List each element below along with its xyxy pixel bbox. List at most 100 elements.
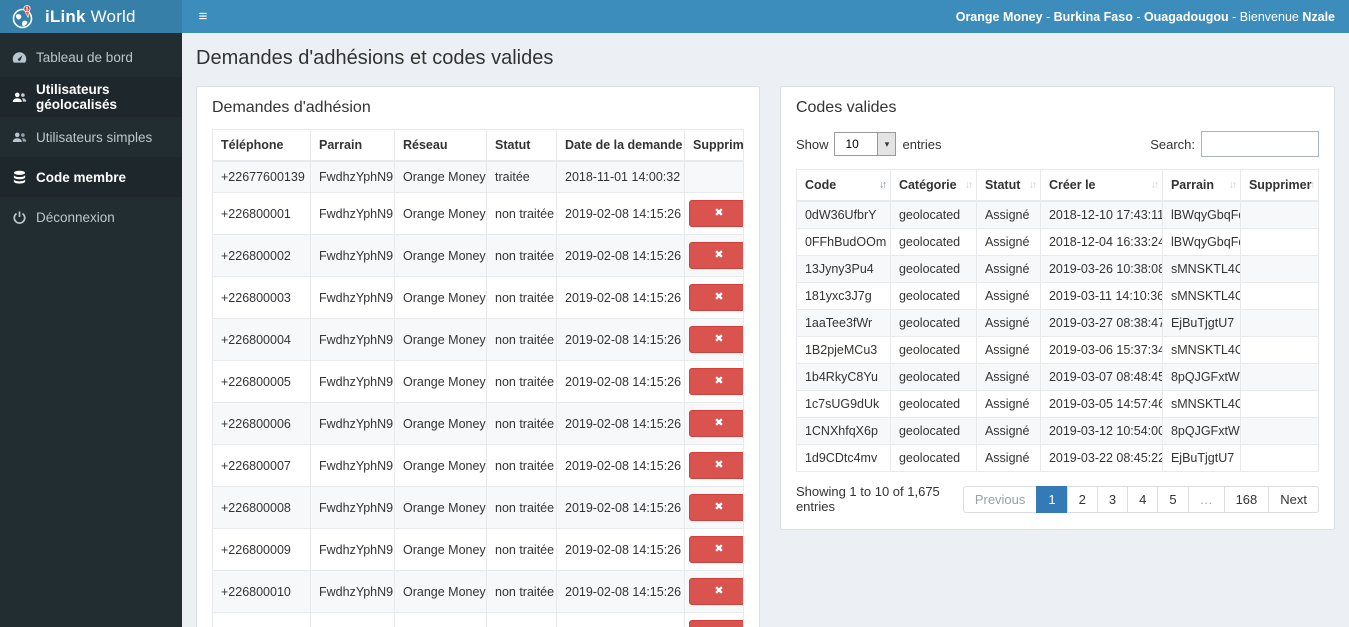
supprimer-cell: ✖ [684, 360, 744, 403]
sidebar-item-code-membre[interactable]: Code membre [0, 157, 182, 197]
pagination-button-3[interactable]: 3 [1096, 485, 1129, 513]
code-cell: 1b4RkyC8Yu [795, 363, 891, 391]
date-cell: 2019-02-08 14:15:26 [556, 234, 685, 277]
code-row: 1B2pjeMCu3 geolocated Assigné 2019-03-06 15… [795, 336, 1320, 364]
sortable-column-header[interactable]: Catégorie ↓↑ [889, 169, 977, 202]
creer-le-cell: 2018-12-04 16:33:24 [1039, 228, 1163, 256]
supprimer-cell: ✖ [684, 528, 744, 571]
creer-le-cell: 2018-12-10 17:43:11 [1039, 200, 1163, 229]
delete-button[interactable]: ✖ [689, 410, 743, 437]
reseau-cell: Orange Money [394, 570, 487, 613]
main-content: Demandes d'adhésions et codes valides De… [182, 33, 1349, 627]
date-cell: 2019-02-08 14:15:26 [556, 360, 685, 403]
parrain-cell: FwdhzYphN9 [310, 160, 395, 193]
code-cell: 0FFhBudOOm [795, 228, 891, 256]
pagination-button-next[interactable]: Next [1268, 485, 1319, 513]
sortable-column-header[interactable]: Code ↓↑ [795, 169, 891, 202]
telephone-cell: +226800006 [212, 402, 311, 445]
supprimer-cell: ✖ [684, 612, 744, 627]
page-title: Demandes d'adhésions et codes valides [196, 47, 554, 69]
sortable-column-header[interactable]: Parrain ↓↑ [1161, 169, 1241, 202]
reseau-cell: Orange Money [394, 528, 487, 571]
pagination-button-4[interactable]: 4 [1127, 485, 1159, 513]
sidebar-item-utilisateurs-simples[interactable]: Utilisateurs simples [0, 117, 182, 157]
delete-button[interactable]: ✖ [689, 368, 743, 395]
parrain-cell: FwdhzYphN9 [310, 528, 395, 571]
parrain-cell: sMNSKTL4OR [1161, 336, 1241, 364]
code-row: 1b4RkyC8Yu geolocated Assigné 2019-03-07 08… [795, 363, 1320, 391]
date-cell: 2019-02-08 14:15:26 [556, 192, 685, 235]
creer-le-cell: 2019-03-05 14:57:46 [1039, 390, 1163, 418]
statut-cell: non traitée [486, 444, 557, 487]
categorie-cell: geolocated [889, 309, 977, 337]
delete-button[interactable]: ✖ [689, 536, 743, 563]
statut-cell: non traitée [486, 360, 557, 403]
delete-button[interactable]: ✖ [689, 452, 743, 479]
code-cell: 1B2pjeMCu3 [795, 336, 891, 364]
supprimer-cell [1239, 200, 1320, 229]
search-input[interactable] [1201, 131, 1319, 157]
users-icon [12, 92, 27, 102]
date-cell: 2019-02-08 14:15:26 [556, 528, 685, 571]
request-row: +226800009 FwdhzYphN9 Orange Money non trai… [212, 528, 744, 571]
sort-icon: ↓↑ [1150, 179, 1159, 191]
code-row: 1d9CDtc4mv geolocated Assigné 2019-03-22 08… [795, 444, 1320, 472]
date-cell: 2019-02-08 14:15:26 [556, 444, 685, 487]
supprimer-cell [1239, 363, 1320, 391]
delete-button[interactable]: ✖ [689, 578, 743, 605]
parrain-cell: FwdhzYphN9 [310, 486, 395, 529]
pagination-button-2[interactable]: 2 [1066, 485, 1098, 513]
brand-name: iLink World [45, 6, 136, 26]
code-row: 1c7sUG9dUk geolocated Assigné 2019-03-05 14… [795, 390, 1320, 418]
statut-cell: non traitée [486, 570, 557, 613]
delete-button[interactable]: ✖ [689, 326, 743, 353]
pagination-button-168[interactable]: 168 [1223, 485, 1270, 513]
code-row: 1CNXhfqX6p geolocated Assigné 2019-03-12 10… [795, 417, 1320, 445]
categorie-cell: geolocated [889, 444, 977, 472]
categorie-cell: geolocated [889, 282, 977, 310]
top-navbar: $ iLink World ≡ Orange Money - Burkina F… [0, 0, 1349, 33]
delete-button[interactable]: ✖ [689, 200, 743, 227]
column-label: Parrain [1170, 178, 1215, 192]
telephone-cell: +226800004 [212, 318, 311, 361]
pagination-button-…[interactable]: … [1187, 485, 1225, 513]
reseau-cell: Orange Money [394, 486, 487, 529]
statut-cell: Assigné [975, 417, 1041, 445]
page-length-select[interactable]: 10 [834, 132, 897, 156]
parrain-cell: sMNSKTL4OR [1161, 282, 1241, 310]
sidebar-item-utilisateurs-geolocalises[interactable]: Utilisateurs géolocalisés [0, 77, 182, 117]
sidebar-item-tableau-de-bord[interactable]: Tableau de bord [0, 37, 182, 77]
sortable-column-header[interactable]: Statut ↓↑ [975, 169, 1041, 202]
pagination-button-1[interactable]: 1 [1036, 485, 1068, 513]
sortable-column-header[interactable]: Supprimer ↓↑ [1239, 169, 1320, 202]
pagination-button-5[interactable]: 5 [1157, 485, 1189, 513]
pagination-button-previous[interactable]: Previous [962, 485, 1038, 513]
categorie-cell: geolocated [889, 255, 977, 283]
parrain-cell: sMNSKTL4OR [1161, 255, 1241, 283]
reseau-cell: Orange Money [394, 276, 487, 319]
column-header: Téléphone [212, 129, 311, 162]
brand-logo[interactable]: $ iLink World [0, 0, 182, 33]
delete-button[interactable]: ✖ [689, 284, 743, 311]
request-row: +226800006 FwdhzYphN9 Orange Money non trai… [212, 402, 744, 445]
database-icon [13, 170, 26, 184]
sortable-column-header[interactable]: Créer le ↓↑ [1039, 169, 1163, 202]
supprimer-cell [1239, 390, 1320, 418]
reseau-cell: Orange Money [394, 402, 487, 445]
delete-button[interactable]: ✖ [689, 494, 743, 521]
delete-button[interactable]: ✖ [689, 242, 743, 269]
code-cell: 1aaTee3fWr [795, 309, 891, 337]
sidebar: Tableau de bord Utilisateurs géolocalisé… [0, 33, 182, 627]
column-label: Créer le [1048, 178, 1096, 192]
date-cell: 2019-02-08 14:15:26 [556, 570, 685, 613]
parrain-cell: FwdhzYphN9 [310, 402, 395, 445]
telephone-cell: +226800005 [212, 360, 311, 403]
supprimer-cell [1239, 282, 1320, 310]
supprimer-cell: ✖ [684, 570, 744, 613]
sidebar-toggle-button[interactable]: ≡ [182, 0, 224, 33]
search-control: Search: [1150, 131, 1319, 157]
reseau-cell: Orange Money [394, 360, 487, 403]
creer-le-cell: 2019-03-06 15:37:34 [1039, 336, 1163, 364]
delete-button[interactable]: ✖ [689, 620, 743, 627]
sidebar-item-deconnexion[interactable]: Déconnexion [0, 197, 182, 237]
